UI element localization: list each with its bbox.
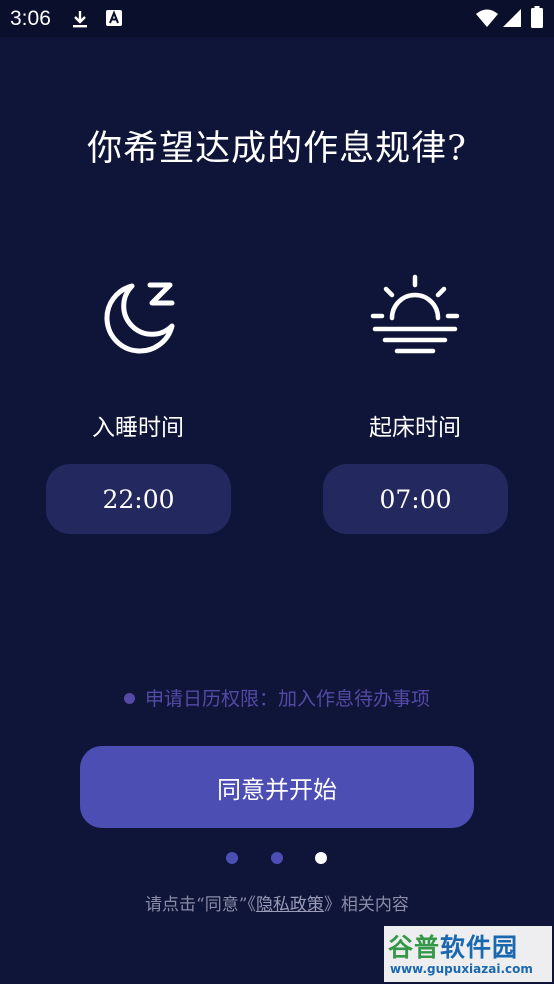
watermark-url: www.gupuxiazai.com (390, 962, 533, 976)
privacy-footer: 请点击“同意”《隐私政策》相关内容 (0, 890, 554, 915)
moon-sleep-icon (104, 282, 175, 354)
sleep-time-picker[interactable]: 22:00 (46, 464, 231, 534)
footer-prefix: 请点击“同意”《 (145, 895, 256, 915)
wake-time-picker[interactable]: 07:00 (323, 464, 508, 534)
calendar-permission-text: 申请日历权限：加入作息待办事项 (144, 688, 430, 710)
bullet-dot-icon (123, 692, 135, 704)
page-dot-3-active (315, 852, 327, 864)
calendar-permission-notice[interactable]: 申请日历权限：加入作息待办事项 (0, 684, 554, 711)
page-title: 你希望达成的作息规律? (87, 129, 467, 169)
privacy-policy-link[interactable]: 隐私政策 (256, 895, 324, 915)
signal-icon (503, 9, 521, 27)
sunrise-icon (370, 274, 460, 354)
sleep-time-label: 入睡时间 (92, 415, 184, 441)
status-bar: 3:06 (0, 0, 554, 37)
battery-icon (531, 6, 543, 28)
wifi-icon (476, 9, 498, 27)
status-time: 3:06 (10, 7, 51, 30)
page-dot-1 (226, 852, 238, 864)
text-notification-icon (106, 10, 122, 26)
watermark-title-a: 谷普 (388, 933, 441, 962)
watermark: 谷普软件园 www.gupuxiazai.com (384, 926, 552, 982)
agree-and-start-button[interactable]: 同意并开始 (80, 746, 474, 828)
download-icon (73, 11, 87, 28)
wake-time-label: 起床时间 (369, 415, 461, 441)
watermark-title: 谷普软件园 (388, 928, 548, 964)
page-dot-2 (271, 852, 283, 864)
watermark-title-b: 软件园 (440, 933, 519, 962)
footer-suffix: 》相关内容 (323, 895, 409, 915)
